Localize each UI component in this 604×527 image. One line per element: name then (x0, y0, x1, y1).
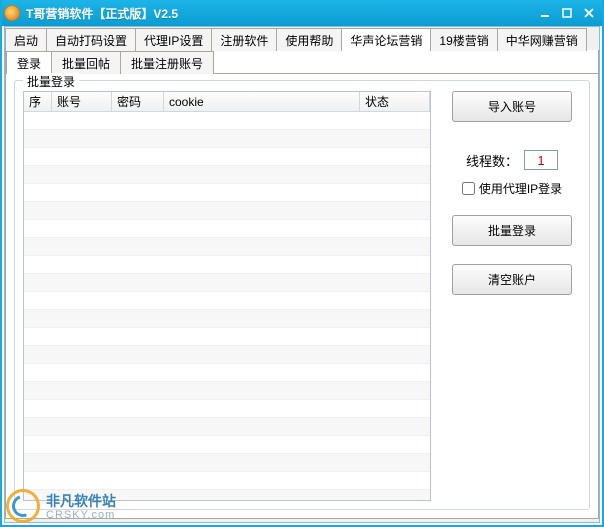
table-row[interactable] (24, 184, 430, 202)
table-row[interactable] (24, 166, 430, 184)
table-row[interactable] (24, 382, 430, 400)
tab-sub-0[interactable]: 登录 (6, 51, 52, 74)
watermark-line2: CRSKY.com (46, 509, 116, 521)
thread-count-label: 线程数： (466, 151, 518, 170)
table-row[interactable] (24, 472, 430, 490)
groupbox-bulk-login: 批量登录 序 账号 密码 cookie 状态 导入 (14, 80, 590, 510)
bulk-login-button[interactable]: 批量登录 (452, 215, 572, 246)
col-account[interactable]: 账号 (52, 92, 112, 111)
use-proxy-label: 使用代理IP登录 (479, 180, 562, 197)
table-row[interactable] (24, 328, 430, 346)
table-row[interactable] (24, 310, 430, 328)
col-status[interactable]: 状态 (360, 92, 430, 111)
table-header: 序 账号 密码 cookie 状态 (24, 92, 430, 112)
import-accounts-button[interactable]: 导入账号 (452, 91, 572, 122)
table-body (24, 112, 430, 500)
table-row[interactable] (24, 436, 430, 454)
tab-sub-1[interactable]: 批量回帖 (51, 51, 121, 74)
tab-top-5[interactable]: 华声论坛营销 (341, 28, 431, 51)
client-area: 启动自动打码设置代理IP设置注册软件使用帮助华声论坛营销19楼营销中华网赚营销 … (4, 26, 600, 523)
col-index[interactable]: 序 (24, 92, 52, 111)
table-row[interactable] (24, 274, 430, 292)
table-row[interactable] (24, 256, 430, 274)
table-row[interactable] (24, 454, 430, 472)
clear-accounts-button[interactable]: 清空账户 (452, 264, 572, 295)
table-row[interactable] (24, 364, 430, 382)
table-row[interactable] (24, 292, 430, 310)
tab-sub-2[interactable]: 批量注册账号 (120, 51, 214, 74)
table-row[interactable] (24, 148, 430, 166)
table-row[interactable] (24, 346, 430, 364)
groupbox-legend: 批量登录 (23, 73, 79, 90)
titlebar: T哥营销软件【正式版】V2.5 (0, 0, 604, 26)
app-icon (4, 5, 20, 21)
tab-top-4[interactable]: 使用帮助 (276, 28, 342, 51)
table-row[interactable] (24, 112, 430, 130)
tab-panel: 登录批量回帖批量注册账号 批量登录 序 账号 密码 cookie 状态 (5, 50, 599, 519)
table-row[interactable] (24, 202, 430, 220)
tabs-top: 启动自动打码设置代理IP设置注册软件使用帮助华声论坛营销19楼营销中华网赚营销 (5, 27, 599, 51)
tab-top-1[interactable]: 自动打码设置 (46, 28, 136, 51)
tab-top-7[interactable]: 中华网赚营销 (497, 28, 587, 51)
table-row[interactable] (24, 220, 430, 238)
table-row[interactable] (24, 130, 430, 148)
tabs-sub: 登录批量回帖批量注册账号 (6, 50, 598, 74)
minimize-button[interactable] (534, 4, 556, 22)
table-row[interactable] (24, 400, 430, 418)
use-proxy-checkbox[interactable] (462, 182, 475, 195)
maximize-button[interactable] (556, 4, 578, 22)
watermark-logo-icon (6, 489, 40, 523)
tab-top-3[interactable]: 注册软件 (211, 28, 277, 51)
watermark: 非凡软件站 CRSKY.com (6, 489, 116, 523)
tab-top-6[interactable]: 19楼营销 (430, 28, 497, 51)
tab-top-0[interactable]: 启动 (5, 28, 47, 51)
table-row[interactable] (24, 418, 430, 436)
table-row[interactable] (24, 238, 430, 256)
watermark-line1: 非凡软件站 (46, 491, 116, 511)
thread-count-input[interactable] (524, 150, 558, 170)
col-password[interactable]: 密码 (112, 92, 164, 111)
window-title: T哥营销软件【正式版】V2.5 (26, 5, 534, 22)
accounts-table[interactable]: 序 账号 密码 cookie 状态 (23, 91, 431, 501)
close-button[interactable] (578, 4, 600, 22)
tab-top-2[interactable]: 代理IP设置 (135, 28, 212, 51)
col-cookie[interactable]: cookie (164, 92, 360, 111)
